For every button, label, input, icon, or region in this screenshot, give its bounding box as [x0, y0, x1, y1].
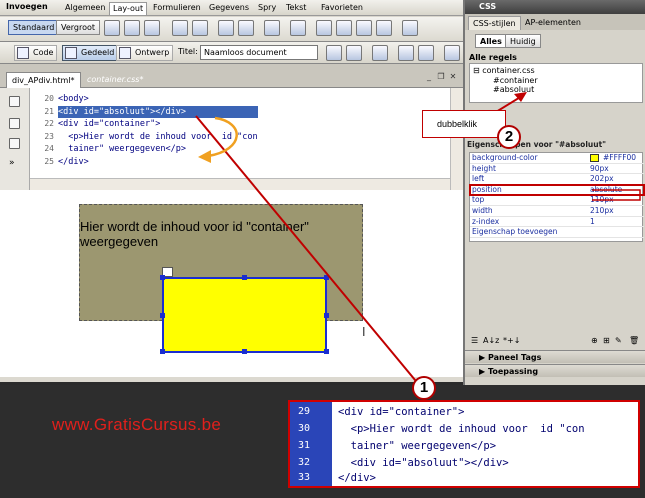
step-one-badge: 1	[412, 376, 436, 400]
tutorial-footer: www.GratisCursus.be 29 30 31 32 33 <div …	[0, 385, 645, 498]
dubbelklik-callout: dubbelklik	[422, 110, 506, 138]
red-highlight-line	[592, 189, 641, 201]
zoom-code-line: <p>Hier wordt de inhoud voor id "con	[338, 423, 585, 435]
zoom-code-line: tainer" weergegeven</p>	[338, 440, 497, 452]
zoom-line-number: 32	[298, 457, 311, 468]
red-arrow-line	[195, 115, 426, 393]
zoom-line-number: 31	[298, 440, 311, 451]
zoomed-code-box: 29 30 31 32 33 <div id="container"> <p>H…	[288, 400, 640, 488]
zoom-code-line: </div>	[338, 472, 376, 484]
zoom-code-gutter: 29 30 31 32 33	[290, 402, 332, 486]
zoom-line-number: 30	[298, 423, 311, 434]
orange-arrow-head	[198, 150, 211, 163]
zoom-line-number: 29	[298, 406, 311, 417]
zoom-code-line: <div id="absoluut"></div>	[338, 457, 509, 469]
zoom-code-line: <div id="container">	[338, 406, 465, 418]
step-two-badge: 2	[497, 125, 521, 149]
zoom-line-number: 33	[298, 472, 311, 483]
site-url: www.GratisCursus.be	[52, 415, 222, 434]
